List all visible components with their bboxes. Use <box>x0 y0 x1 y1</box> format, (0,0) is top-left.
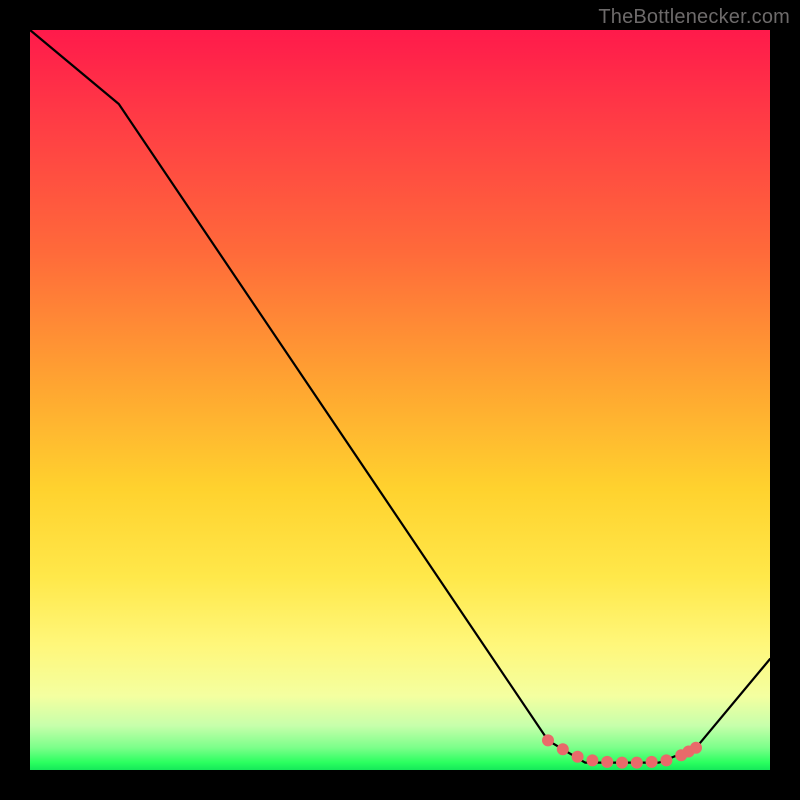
highlight-dots-group <box>542 734 702 768</box>
highlight-dot <box>660 754 672 766</box>
chart-frame: TheBottlenecker.com <box>0 0 800 800</box>
highlight-dot <box>616 757 628 769</box>
curve-svg <box>30 30 770 770</box>
highlight-dot <box>646 756 658 768</box>
highlight-dot <box>557 743 569 755</box>
watermark-text: TheBottlenecker.com <box>598 6 790 29</box>
highlight-dot <box>572 751 584 763</box>
highlight-dot <box>542 734 554 746</box>
bottleneck-curve <box>30 30 770 763</box>
highlight-dot <box>690 742 702 754</box>
highlight-dot <box>586 754 598 766</box>
plot-area <box>30 30 770 770</box>
highlight-dot <box>601 756 613 768</box>
highlight-dot <box>631 757 643 769</box>
